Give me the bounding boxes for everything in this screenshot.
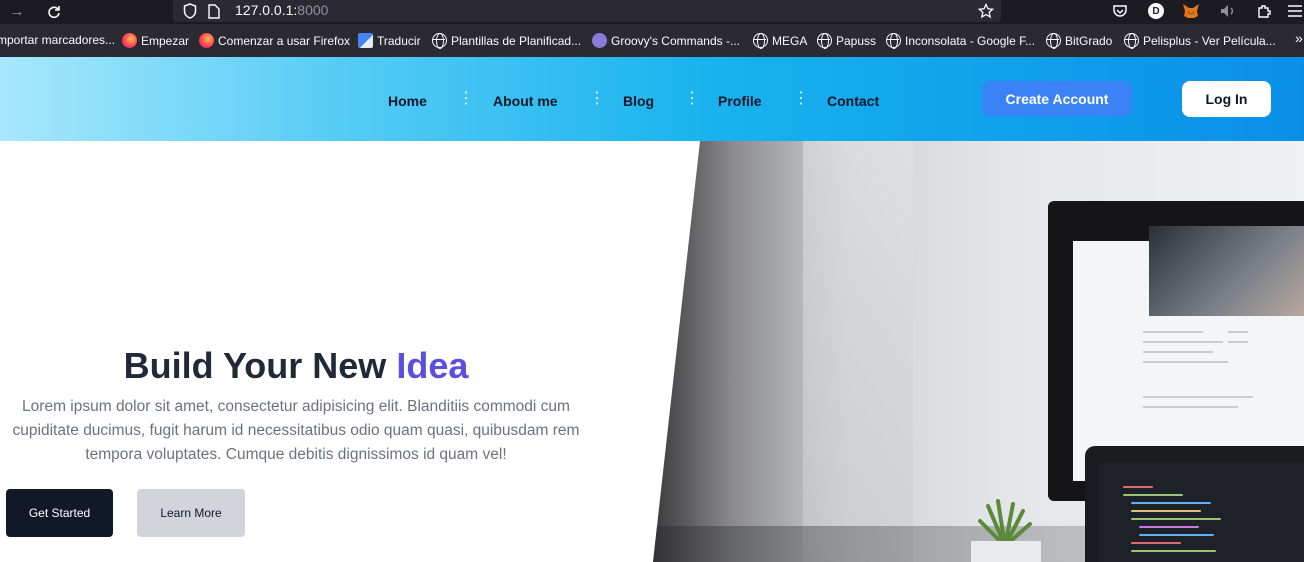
bookmark-label: MEGA [772,33,808,48]
overflow-chevron-icon: » [1295,30,1303,46]
globe-icon [432,33,447,49]
speaker-icon[interactable] [1215,0,1241,22]
nav-separator [589,88,605,108]
nav-separator [684,88,700,108]
shield-icon[interactable] [177,0,203,22]
bookmark-inconsolata[interactable]: Inconsolata - Google F... [886,33,1036,49]
forward-icon[interactable]: → [4,0,30,22]
hero-title: Build Your New Idea [0,345,592,387]
nav-separator [458,88,474,108]
create-account-button[interactable]: Create Account [982,81,1132,116]
firefox-icon [122,33,137,48]
nav-blog[interactable]: Blog [623,93,654,109]
bookmark-import[interactable]: mportar marcadores... [0,33,115,47]
bookmark-mega[interactable]: MEGA [753,33,808,49]
globe-icon [1046,33,1061,49]
groovy-icon [592,33,607,48]
bookmarks-overflow-button[interactable]: » [1295,30,1303,46]
bookmark-label: Plantillas de Planificad... [451,33,582,48]
bookmark-label: Traducir [377,33,421,48]
bookmark-pelisplus[interactable]: Pelisplus - Ver Película... [1124,33,1276,49]
account-icon[interactable]: D [1143,0,1169,22]
hero-title-main: Build Your New [123,345,397,386]
pocket-icon[interactable] [1107,0,1133,22]
url-bar[interactable]: 127.0.0.1:8000 [173,0,1001,22]
hero-workspace-image [653,141,1304,562]
bookmark-plantillas[interactable]: Plantillas de Planificad... [432,33,582,49]
globe-icon [753,33,768,49]
learn-more-button[interactable]: Learn More [137,489,245,537]
bookmark-label: Empezar [141,33,190,48]
nav-home[interactable]: Home [388,93,427,109]
url-text[interactable]: 127.0.0.1:8000 [235,2,328,18]
bookmark-star-icon[interactable] [973,0,999,22]
log-in-button[interactable]: Log In [1182,81,1271,117]
bookmark-label: Inconsolata - Google F... [905,33,1036,48]
bookmark-empezar[interactable]: Empezar [122,33,189,48]
bookmark-label: Comenzar a usar Firefox [218,33,351,48]
metamask-icon[interactable] [1178,0,1204,22]
bookmark-label: mportar marcadores... [0,33,116,47]
firefox-icon [199,33,214,48]
extensions-icon[interactable] [1251,0,1277,22]
reload-icon[interactable] [41,0,67,22]
hero-description: Lorem ipsum dolor sit amet, consectetur … [12,398,580,463]
bookmark-comenzar-firefox[interactable]: Comenzar a usar Firefox [199,33,350,48]
nav-profile[interactable]: Profile [718,93,762,109]
globe-icon [1124,33,1139,49]
nav-separator [793,88,809,108]
bookmark-label: Groovy's Commands -... [611,33,740,48]
google-translate-icon [358,33,373,48]
bookmark-groovy[interactable]: Groovy's Commands -... [592,33,740,48]
page-icon [201,0,227,22]
bookmark-bitgrado[interactable]: BitGrado [1046,33,1113,49]
bookmarks-bar: mportar marcadores... Empezar Comenzar a… [0,24,1304,57]
nav-about-me[interactable]: About me [493,93,558,109]
bookmark-papuss[interactable]: Papuss [817,33,877,49]
bookmark-label: Papuss [836,33,877,48]
get-started-button[interactable]: Get Started [6,489,113,537]
bookmark-label: BitGrado [1065,33,1113,48]
bookmark-traducir[interactable]: Traducir [358,33,421,48]
globe-icon [886,33,901,49]
hero-title-accent: Idea [396,345,469,386]
browser-toolbar: → 127.0.0.1:8000 D [0,0,1304,24]
globe-icon [817,33,832,49]
nav-contact[interactable]: Contact [827,93,879,109]
bookmark-label: Pelisplus - Ver Película... [1143,33,1276,48]
menu-icon[interactable] [1282,0,1304,22]
